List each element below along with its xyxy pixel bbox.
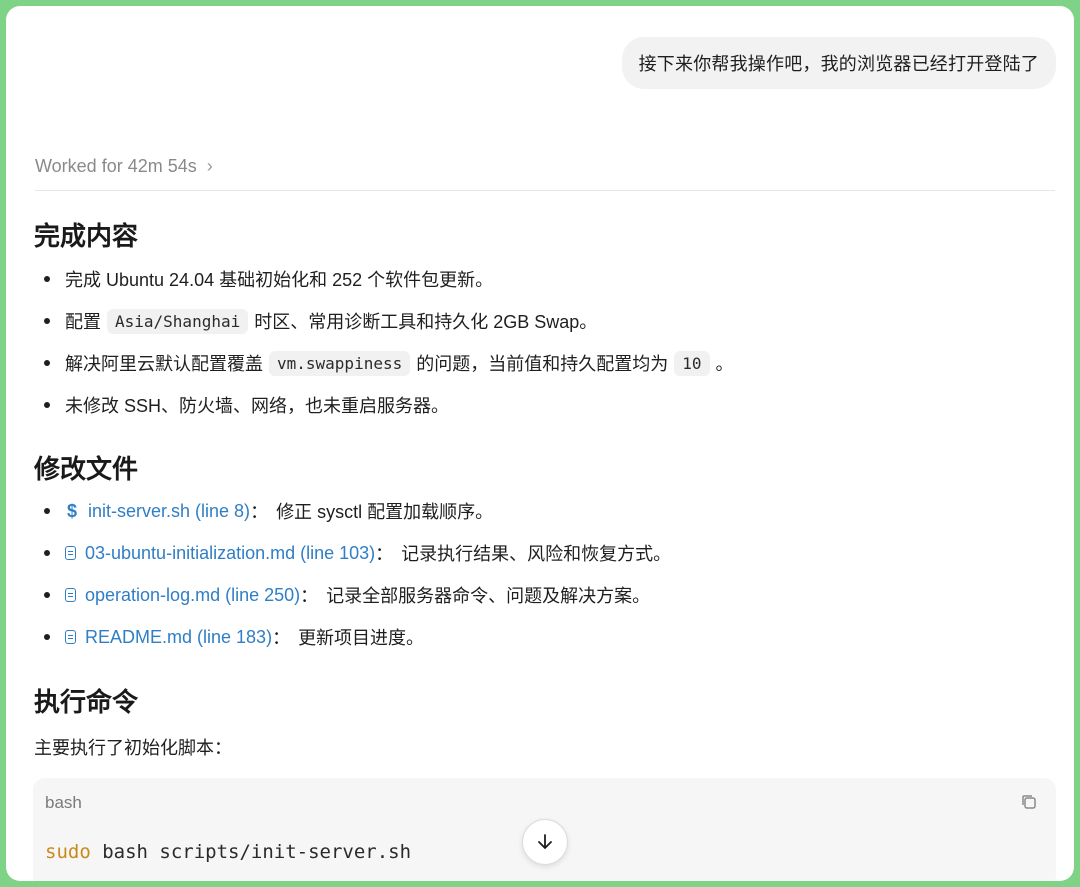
section-title-commands: 执行命令 xyxy=(34,687,139,717)
file-link-operation-log[interactable]: operation-log.md (line 250) xyxy=(65,585,300,606)
file-link-label: operation-log.md (line 250) xyxy=(85,584,301,605)
code-content: sudo bash scripts/init-server.sh xyxy=(45,841,411,863)
bullet xyxy=(44,360,50,366)
worked-label: Worked for 42m 54s xyxy=(35,156,197,176)
bullet xyxy=(44,634,50,640)
list-item-text: 完成 Ubuntu 24.04 基础初始化和 252 个软件包更新。 xyxy=(65,270,494,290)
bullet xyxy=(44,402,50,408)
bullet xyxy=(44,318,50,324)
worked-summary-toggle[interactable]: Worked for 42m 54s › xyxy=(35,156,1055,177)
bullet xyxy=(44,276,50,282)
list-item-text: 。 xyxy=(715,354,734,374)
file-link-label: 03-ubuntu-initialization.md (line 103) xyxy=(85,542,376,563)
file-link-readme[interactable]: README.md (line 183) xyxy=(65,627,272,648)
file-icon xyxy=(65,630,76,644)
file-link-label: init-server.sh (line 8) xyxy=(88,500,251,521)
list-item-text: 解决阿里云默认配置覆盖 xyxy=(65,354,263,374)
arrow-down-icon xyxy=(538,834,552,849)
inline-code: vm.swappiness xyxy=(269,350,411,376)
list-item-text: 记录全部服务器命令、问题及解决方案。 xyxy=(326,586,651,606)
inline-code: 10 xyxy=(674,350,710,376)
list-item-text: 时区、常用诊断工具和持久化 2GB Swap。 xyxy=(254,312,598,332)
section-title-files: 修改文件 xyxy=(34,454,139,484)
bullet xyxy=(44,592,50,598)
code-language-label: bash xyxy=(45,793,82,812)
done-list: 完成 Ubuntu 24.04 基础初始化和 252 个软件包更新。 配置 As… xyxy=(34,258,1054,426)
copy-icon[interactable] xyxy=(1020,793,1038,811)
list-item-text: 更新项目进度。 xyxy=(298,628,425,648)
list-item: README.md (line 183) ： 更新项目进度。 xyxy=(34,616,1054,658)
file-icon xyxy=(65,546,76,560)
file-link-ubuntu-init[interactable]: 03-ubuntu-initialization.md (line 103) xyxy=(65,543,375,564)
list-item-text: 配置 xyxy=(65,312,101,332)
list-item: 完成 Ubuntu 24.04 基础初始化和 252 个软件包更新。 xyxy=(34,258,1054,300)
bullet xyxy=(44,550,50,556)
list-item-text: 记录执行结果、风险和恢复方式。 xyxy=(401,544,672,564)
list-item: 03-ubuntu-initialization.md (line 103) ：… xyxy=(34,532,1054,574)
separator: ： xyxy=(300,586,319,606)
separator: ： xyxy=(375,544,394,564)
list-item: 配置 Asia/Shanghai 时区、常用诊断工具和持久化 2GB Swap。 xyxy=(34,300,1054,342)
chevron-right-icon: › xyxy=(206,156,213,176)
code-text: bash scripts/init-server.sh xyxy=(90,841,412,863)
code-keyword: sudo xyxy=(45,841,91,863)
file-link-label: README.md (line 183) xyxy=(85,626,273,647)
list-item-text: 的问题，当前值和持久配置均为 xyxy=(416,354,669,374)
section-title-done: 完成内容 xyxy=(34,221,139,251)
files-list: $ init-server.sh (line 8) ： 修正 sysctl 配置… xyxy=(34,490,1054,658)
list-item: $ init-server.sh (line 8) ： 修正 sysctl 配置… xyxy=(34,490,1054,532)
separator: ： xyxy=(250,502,269,522)
list-item-text: 修正 sysctl 配置加载顺序。 xyxy=(276,502,494,522)
user-message-text: 接下来你帮我操作吧，我的浏览器已经打开登陆了 xyxy=(638,54,1039,74)
file-link-init-server[interactable]: $ init-server.sh (line 8) xyxy=(65,501,250,522)
chat-window: 接下来你帮我操作吧，我的浏览器已经打开登陆了 Worked for 42m 54… xyxy=(6,6,1074,881)
bullet xyxy=(44,508,50,514)
inline-code: Asia/Shanghai xyxy=(107,308,249,334)
commands-intro: 主要执行了初始化脚本： xyxy=(34,738,232,758)
list-item: 解决阿里云默认配置覆盖 vm.swappiness 的问题，当前值和持久配置均为… xyxy=(34,342,1054,384)
separator: ： xyxy=(272,628,291,648)
list-item: 未修改 SSH、防火墙、网络，也未重启服务器。 xyxy=(34,384,1054,426)
file-icon xyxy=(65,588,76,602)
list-item-text: 未修改 SSH、防火墙、网络，也未重启服务器。 xyxy=(65,396,450,416)
dollar-icon: $ xyxy=(66,500,77,521)
divider xyxy=(35,190,1055,191)
user-message-bubble: 接下来你帮我操作吧，我的浏览器已经打开登陆了 xyxy=(621,37,1056,89)
list-item: operation-log.md (line 250) ： 记录全部服务器命令、… xyxy=(34,574,1054,616)
scroll-to-bottom-button[interactable] xyxy=(522,819,568,865)
